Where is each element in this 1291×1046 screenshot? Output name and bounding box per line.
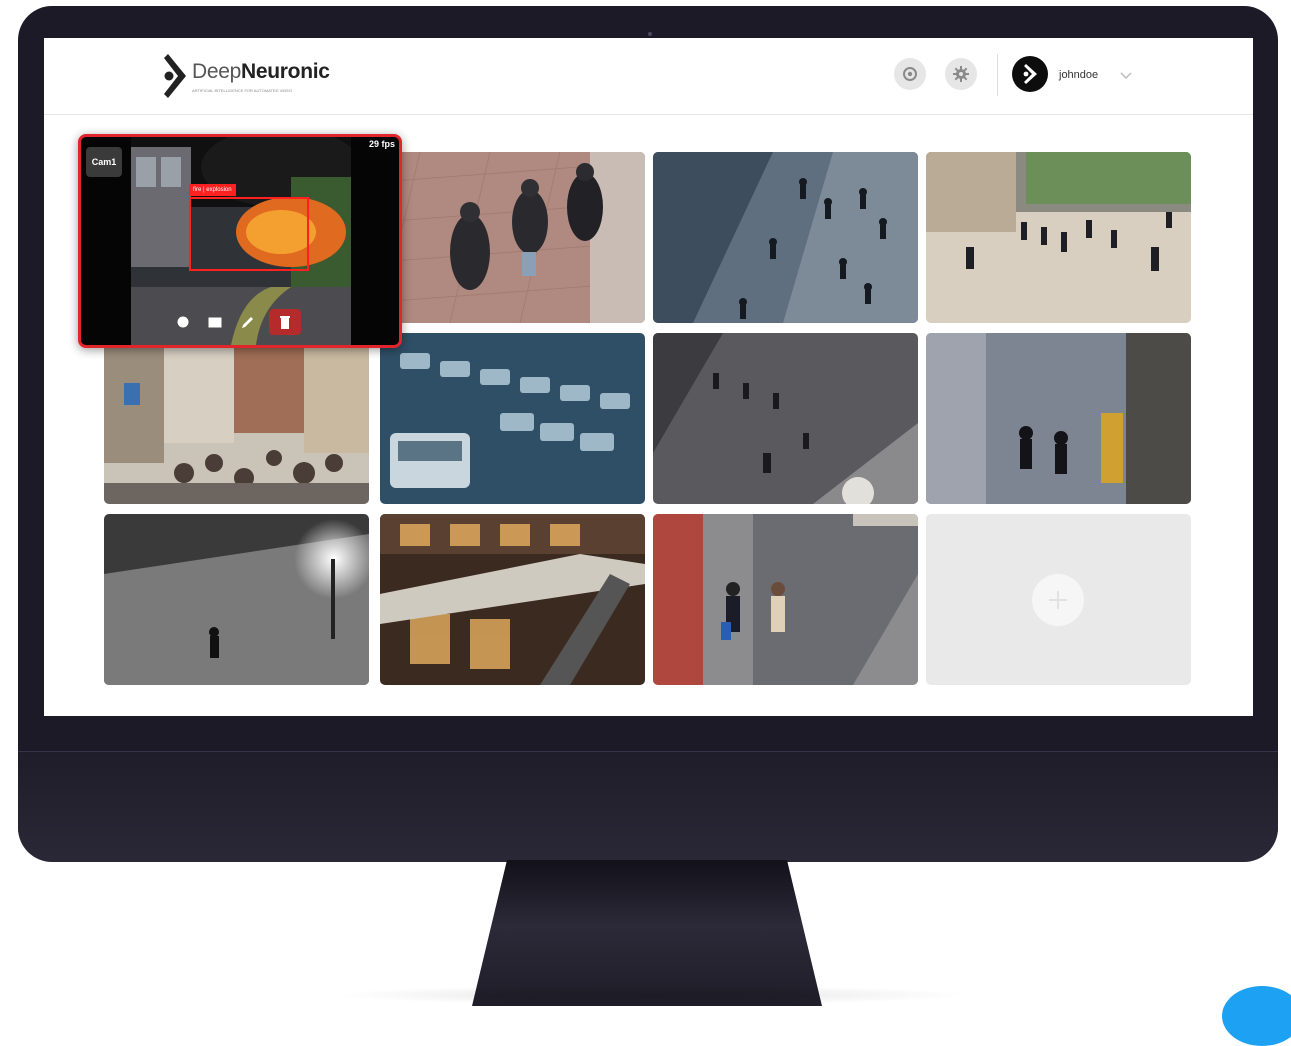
camera-tile-11[interactable]: [653, 514, 918, 685]
brand-name: DeepNeuronic: [192, 60, 330, 84]
camera-tile-9[interactable]: [104, 514, 369, 685]
camera-tile-8[interactable]: [926, 333, 1191, 504]
detection-label: fire | explosion: [189, 184, 236, 196]
header-divider: [997, 54, 998, 96]
camera-feed-sidewalk: [380, 152, 645, 323]
camera-feed-parking-lot: [380, 333, 645, 504]
camera-feed-plaza-crowd: [653, 152, 918, 323]
fullscreen-button[interactable]: [199, 309, 231, 335]
app-screen: DeepNeuronic ARTIFICIAL INTELLIGENCE FOR…: [44, 38, 1253, 716]
camera-feed-station-hall: [653, 333, 918, 504]
app-header: DeepNeuronic ARTIFICIAL INTELLIGENCE FOR…: [44, 38, 1253, 115]
camera-name-button[interactable]: Cam1: [86, 147, 122, 177]
username[interactable]: johndoe: [1059, 69, 1098, 81]
avatar-logo-icon: [1023, 64, 1037, 84]
camera-feed-alley: [926, 333, 1191, 504]
gear-icon: [953, 66, 969, 82]
camera-tile-4[interactable]: [926, 152, 1191, 323]
camera-tile-10[interactable]: [380, 514, 645, 685]
camera-popup[interactable]: Cam1 29 fps fire | explosion: [78, 134, 402, 348]
brand-tagline: ARTIFICIAL INTELLIGENCE FOR AUTOMATED VI…: [192, 88, 293, 93]
edit-icon: [241, 316, 253, 328]
delete-icon: [280, 315, 290, 329]
detection-bounding-box: [189, 197, 309, 271]
fullscreen-icon: [208, 317, 222, 327]
notifications-button[interactable]: [894, 58, 926, 90]
edit-button[interactable]: [231, 309, 263, 335]
info-button[interactable]: [167, 309, 199, 335]
corner-badge: [1222, 986, 1291, 1046]
add-camera-tile[interactable]: [926, 514, 1191, 685]
camera-feed-night-street: [104, 514, 369, 685]
camera-feed-street-crowd: [104, 333, 369, 504]
camera-feed-courtyard: [926, 152, 1191, 323]
settings-button[interactable]: [945, 58, 977, 90]
camera-feed-pedestrians: [653, 514, 918, 685]
monitor-chin: [18, 751, 1278, 862]
camera-tile-5[interactable]: [104, 333, 369, 504]
delete-button[interactable]: [269, 309, 301, 335]
webcam-dot: [648, 32, 652, 36]
camera-tile-6[interactable]: [380, 333, 645, 504]
camera-tile-3[interactable]: [653, 152, 918, 323]
popup-toolbar: [167, 309, 317, 335]
chevron-down-icon[interactable]: [1120, 72, 1132, 80]
plus-icon: [1049, 591, 1067, 609]
logo-mark-icon: [164, 54, 186, 98]
stand-shadow: [330, 985, 970, 1005]
add-camera-button[interactable]: [1032, 574, 1084, 626]
camera-tile-2[interactable]: [380, 152, 645, 323]
brand-logo[interactable]: DeepNeuronic ARTIFICIAL INTELLIGENCE FOR…: [162, 50, 352, 102]
camera-tile-7[interactable]: [653, 333, 918, 504]
circle-icon: [903, 67, 917, 81]
fps-indicator: 29 fps: [368, 139, 395, 149]
brand-name-bold: Neuronic: [241, 60, 330, 83]
brand-name-light: Deep: [192, 60, 242, 83]
user-avatar[interactable]: [1012, 56, 1048, 92]
info-icon: [177, 316, 189, 328]
camera-feed-mall: [380, 514, 645, 685]
